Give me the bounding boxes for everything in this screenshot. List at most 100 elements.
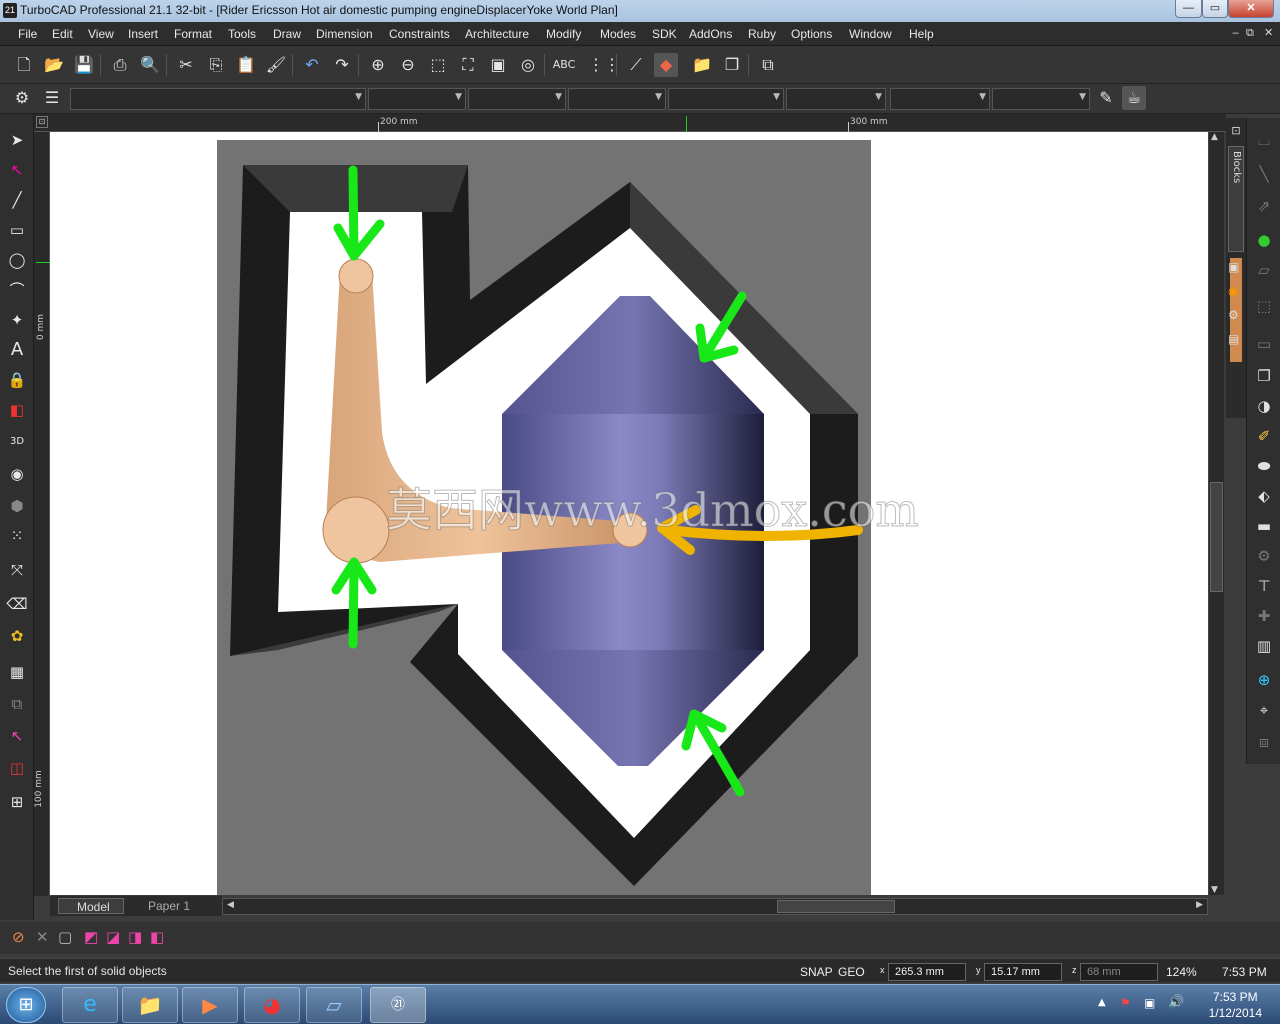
line-tool-icon[interactable]: ╱ — [5, 188, 29, 212]
menu-architecture[interactable]: Architecture — [465, 27, 529, 41]
render-icon[interactable]: ◆ — [654, 53, 678, 77]
3d-wedge-icon[interactable]: ▭ — [1252, 332, 1276, 356]
vertical-scrollbar[interactable]: ▲ ▼ — [1208, 132, 1224, 895]
selection-info-icon[interactable]: ⧉ — [756, 53, 780, 77]
chrome-icon[interactable]: ◕ — [244, 987, 300, 1023]
menu-dimension[interactable]: Dimension — [316, 27, 373, 41]
3d-chamfer-icon[interactable]: ▬ — [1252, 514, 1276, 538]
palette-grid-icon[interactable]: ▦ — [5, 660, 29, 684]
3d-line-icon[interactable]: ╲ — [1252, 162, 1276, 186]
save-icon[interactable]: 💾 — [72, 53, 96, 77]
text-style-dropdown[interactable]: ▼ — [890, 88, 990, 110]
snap-toggle[interactable]: SNAP — [800, 965, 833, 979]
horizontal-scroll-thumb[interactable] — [777, 900, 895, 913]
zoom-in-icon[interactable]: ⊕ — [366, 53, 390, 77]
3d-cylinder-icon[interactable]: ⬚ — [1252, 294, 1276, 318]
3d-sphere-icon[interactable]: ● — [1252, 228, 1276, 252]
group-tool-icon[interactable]: ⧉ — [5, 692, 29, 716]
line-width-dropdown[interactable]: ▼ — [568, 88, 666, 110]
menu-help[interactable]: Help — [909, 27, 934, 41]
3d-shell-icon[interactable]: ◑ — [1252, 394, 1276, 418]
format-painter-icon[interactable]: 🖌 — [264, 53, 288, 77]
mdi-minimize-icon[interactable]: ‒ — [1232, 26, 1239, 39]
start-button[interactable]: ⊞ — [6, 987, 46, 1023]
drawing-canvas[interactable]: 莫西网www.3dmox.com — [50, 132, 1208, 895]
brush-dropdown[interactable]: ▼ — [668, 88, 784, 110]
tab-paper-1[interactable]: Paper 1 — [130, 898, 218, 914]
menu-tools[interactable]: Tools — [228, 27, 256, 41]
snap-vertex-icon[interactable]: ◩ — [84, 928, 104, 948]
minimize-button[interactable]: — — [1175, 0, 1202, 18]
panel-icon-2[interactable]: ◉ — [1228, 284, 1238, 298]
panel-icon-1[interactable]: ▣ — [1228, 260, 1239, 274]
print-preview-icon[interactable]: 🔍 — [138, 53, 162, 77]
modify-move-icon[interactable]: ⤧ — [5, 558, 29, 582]
insert-shape-icon[interactable]: ◧ — [5, 398, 29, 422]
color-dropdown[interactable]: ▼ — [368, 88, 466, 110]
notepad-icon[interactable]: ▱ — [306, 987, 362, 1023]
material-icon[interactable]: ☕ — [1122, 86, 1146, 110]
pencil-icon[interactable]: ✎ — [1094, 86, 1118, 110]
undo-icon[interactable]: ↶ — [300, 53, 324, 77]
print-icon[interactable]: ⎙ — [108, 53, 132, 77]
zoom-previous-icon[interactable]: ◎ — [516, 53, 540, 77]
array-grid-icon[interactable]: ⁙ — [5, 524, 29, 548]
system-clock[interactable]: 7:53 PM 1/12/2014 — [1209, 989, 1262, 1021]
blocks-tab[interactable]: Blocks — [1228, 146, 1244, 252]
y-coordinate-field[interactable]: 15.17 mm — [984, 963, 1062, 981]
snap-mode-icon[interactable]: ◫ — [5, 756, 29, 780]
mdi-close-icon[interactable]: ✕ — [1264, 26, 1273, 39]
panel-icon-4[interactable]: ▤ — [1228, 332, 1239, 346]
media-player-icon[interactable]: ▶ — [182, 987, 238, 1023]
3d-slice-icon[interactable]: ⬬ — [1252, 454, 1276, 478]
layers-icon[interactable]: ❐ — [720, 53, 744, 77]
show-hidden-icons[interactable]: ▲ — [1098, 997, 1106, 1008]
menu-constraints[interactable]: Constraints — [389, 27, 450, 41]
snap-tool-icon[interactable]: ⟋ — [624, 53, 648, 77]
turbocad-taskbar-icon[interactable]: ㉑ — [370, 987, 426, 1023]
point-tool-icon[interactable]: ✦ — [5, 308, 29, 332]
dimension-style-dropdown[interactable]: ▼ — [992, 88, 1090, 110]
snap-middle-icon[interactable]: ◪ — [106, 928, 126, 948]
3d-globe-icon[interactable]: ⊕ — [1252, 668, 1276, 692]
menu-addons[interactable]: AddOns — [689, 27, 732, 41]
paste-icon[interactable]: 📋 — [234, 53, 258, 77]
menu-draw[interactable]: Draw — [273, 27, 301, 41]
turbocad-app-icon[interactable]: 21 — [3, 3, 17, 18]
menu-window[interactable]: Window — [849, 27, 892, 41]
redo-icon[interactable]: ↷ — [330, 53, 354, 77]
volume-icon[interactable]: 🔊 — [1168, 995, 1184, 1010]
spell-check-icon[interactable]: ABC — [552, 53, 576, 77]
settings-gear-icon[interactable]: ⚙ — [10, 86, 34, 110]
3d-tool-icon[interactable]: 3D — [5, 430, 29, 454]
tab-model[interactable]: Model — [58, 898, 124, 914]
close-button[interactable]: ✕ — [1228, 0, 1274, 18]
3d-camera-icon[interactable]: ⌖ — [1252, 698, 1276, 722]
menu-modify[interactable]: Modify — [546, 27, 581, 41]
camera-view-icon[interactable]: ⊞ — [5, 790, 29, 814]
menu-edit[interactable]: Edit — [52, 27, 73, 41]
design-director-icon[interactable]: 📁 — [690, 53, 714, 77]
select-by-icon[interactable]: ↖ — [5, 724, 29, 748]
3d-section-icon[interactable]: ⧈ — [1252, 730, 1276, 754]
menu-format[interactable]: Format — [174, 27, 212, 41]
3d-profile-icon[interactable]: ⌴ — [1252, 128, 1276, 152]
3d-screw-icon[interactable]: ⊤ — [1252, 574, 1276, 598]
grid-icon[interactable]: ⋮⋮ — [588, 53, 620, 77]
circle-tool-icon[interactable]: ◯ — [5, 248, 29, 272]
menu-file[interactable]: File — [18, 27, 37, 41]
eraser-icon[interactable]: ⌫ — [5, 592, 29, 616]
action-center-flag-icon[interactable]: ⚑ — [1120, 996, 1131, 1010]
cut-icon[interactable]: ✂ — [174, 53, 198, 77]
maximize-button[interactable]: ▭ — [1202, 0, 1228, 18]
pattern-dropdown[interactable]: ▼ — [786, 88, 886, 110]
network-icon[interactable]: ▣ — [1144, 996, 1155, 1010]
snap-nearest-icon[interactable]: ◧ — [150, 928, 170, 948]
select-arrow-icon[interactable]: ➤ — [5, 128, 29, 152]
layer-dropdown[interactable]: ▼ — [70, 88, 366, 110]
arc-tool-icon[interactable]: ⌒ — [5, 278, 29, 302]
new-file-icon[interactable]: 🗋 — [12, 53, 36, 77]
3d-box-icon[interactable]: ▱ — [1252, 258, 1276, 282]
3d-paint-icon[interactable]: ✐ — [1252, 424, 1276, 448]
node-edit-icon[interactable]: ↖ — [5, 158, 29, 182]
